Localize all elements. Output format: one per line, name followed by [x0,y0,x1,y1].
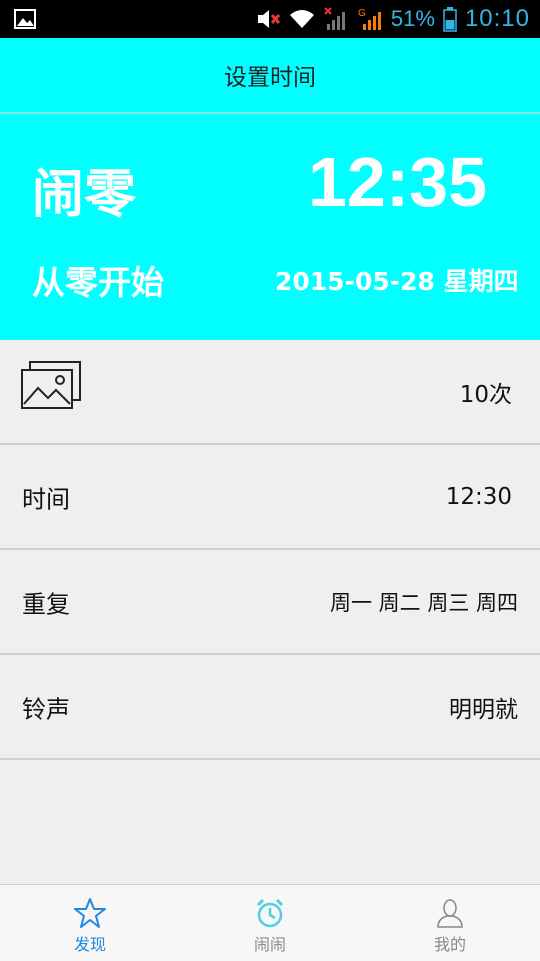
mute-icon [257,10,281,28]
alarm-name: 闹零 [32,165,137,225]
repeat-value: 周一 周二 周三 周四 [329,590,518,615]
battery-icon [443,7,457,32]
person-icon [437,899,463,928]
alarm-summary-header: 闹零 12:35 从零开始 2015-05-28 星期四 [0,114,540,340]
time-label: 时间 [22,485,70,513]
battery-percentage: 51% [390,6,435,31]
alarm-clock-icon [256,898,284,928]
repeat-count-row[interactable]: 10次 [0,340,540,445]
ringtone-row[interactable]: 铃声 明明就 [0,655,540,760]
signal-no-service-icon [324,7,345,30]
nav-discover[interactable]: 发现 [30,885,150,961]
nav-alarm[interactable]: 闹闹 [210,885,330,961]
nav-mine-label: 我的 [433,935,466,954]
time-value: 12:30 [445,483,512,510]
nav-alarm-label: 闹闹 [253,935,286,954]
repeat-label: 重复 [22,590,70,618]
alarm-time-display: 12:35 [308,143,488,221]
settings-list: 10次 时间 12:30 重复 周一 周二 周三 周四 铃声 明明就 [0,340,540,760]
bottom-navigation: 发现 闹闹 我的 [0,884,540,961]
nav-discover-label: 发现 [73,935,106,954]
ringtone-value: 明明就 [449,696,518,723]
status-bar: G 51% 10:10 [0,0,540,38]
ringtone-label: 铃声 [22,695,70,723]
page-title: 设置时间 [224,65,316,91]
repeat-row[interactable]: 重复 周一 周二 周三 周四 [0,550,540,655]
picture-icon [21,361,81,409]
alarm-subtitle: 从零开始 [32,263,164,302]
alarm-date: 2015-05-28 星期四 [275,267,519,296]
status-time: 10:10 [464,5,530,32]
svg-text:G: G [358,8,366,19]
time-row[interactable]: 时间 12:30 [0,445,540,550]
gallery-icon [14,9,36,29]
repeat-count-value: 10次 [459,381,512,408]
title-bar: 设置时间 [0,38,540,114]
nav-mine[interactable]: 我的 [390,885,510,961]
star-icon [74,898,106,928]
wifi-icon [289,10,314,29]
signal-g-icon: G [358,8,381,30]
